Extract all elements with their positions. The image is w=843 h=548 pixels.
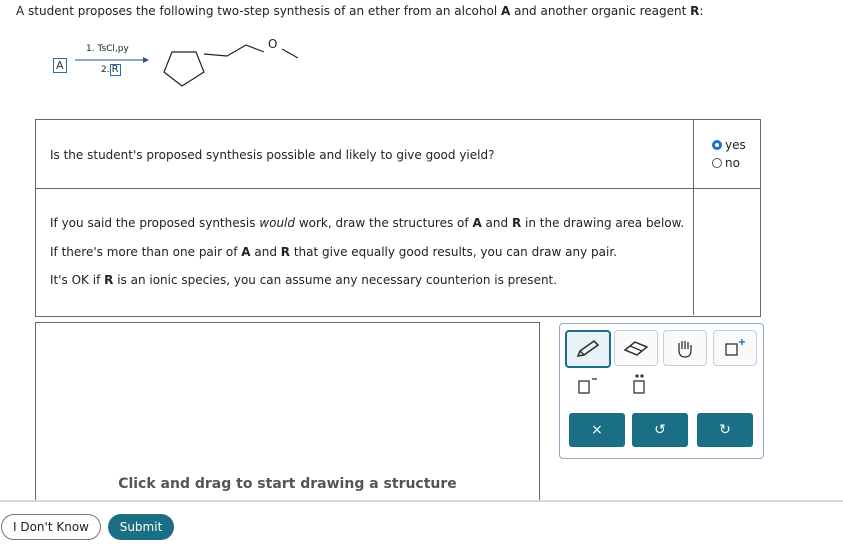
radio-yes-circle[interactable] <box>712 140 722 150</box>
ether-product-structure: O <box>163 37 299 87</box>
q1-cell: Is the student's proposed synthesis poss… <box>36 120 694 189</box>
intro-a: A <box>500 4 511 18</box>
q2-line2-a: A <box>241 245 251 259</box>
dont-know-button[interactable]: I Don't Know <box>1 514 101 540</box>
oxygen-atom-label: O <box>268 37 277 51</box>
clear-icon: × <box>591 422 603 438</box>
q2-line2-text: If there's more than one pair of <box>50 245 242 259</box>
pencil-tool[interactable] <box>565 330 611 368</box>
eraser-tool[interactable] <box>614 330 658 366</box>
add-template-tool[interactable] <box>713 330 757 366</box>
step-1-label: 1. TsCl,py <box>86 44 129 54</box>
bracket-tool[interactable] <box>576 376 600 400</box>
q2-line1-a: A <box>472 216 482 230</box>
reactant-a-label: A <box>53 58 67 73</box>
radio-no[interactable]: no <box>712 156 740 170</box>
radio-no-circle[interactable] <box>712 158 722 168</box>
q2-line3: It's OK if R is an ionic species, you ca… <box>50 273 557 287</box>
reactant-a-box: A <box>53 54 67 73</box>
radio-no-label: no <box>725 156 740 170</box>
undo-icon: ↺ <box>654 422 666 438</box>
q2-line3-text: It's OK if <box>50 273 105 287</box>
tool-palette: × ↺ ↻ <box>559 323 764 459</box>
intro-text: A student proposes the following two-ste… <box>16 4 501 18</box>
q1-answer-cell: yes no <box>694 120 760 189</box>
q2-line1-mid: work, draw the structures of <box>295 216 473 230</box>
q2-line1-and: and <box>481 216 512 230</box>
q1-text: Is the student's proposed synthesis poss… <box>50 148 495 162</box>
q2-line1-text: If you said the proposed synthesis <box>50 216 260 230</box>
intro-end: : <box>699 4 704 18</box>
question-table: Is the student's proposed synthesis poss… <box>35 119 761 317</box>
step-2-prefix: 2. <box>101 65 110 75</box>
redo-icon: ↻ <box>719 422 731 438</box>
radio-yes-label: yes <box>725 138 746 152</box>
radio-yes[interactable]: yes <box>712 138 746 152</box>
drawing-hint: Click and drag to start drawing a struct… <box>118 476 457 492</box>
q2-line2-r: R <box>280 245 291 259</box>
lone-pair-tool[interactable] <box>630 372 650 400</box>
add-template-icon <box>725 339 745 356</box>
eraser-icon <box>623 341 649 356</box>
clear-button[interactable]: × <box>569 413 625 447</box>
redo-button[interactable]: ↻ <box>697 413 753 447</box>
q2-line1-em: would <box>259 216 295 230</box>
drawing-area[interactable]: Click and drag to start drawing a struct… <box>35 322 540 513</box>
lone-pair-icon <box>633 374 645 394</box>
q2-line3-end: is an ionic species, you can assume any … <box>113 273 558 287</box>
pencil-icon <box>576 339 600 358</box>
q2-line1-r: R <box>511 216 522 230</box>
submit-button[interactable]: Submit <box>108 514 174 540</box>
q2-line3-r: R <box>104 273 114 287</box>
hand-tool[interactable] <box>663 330 707 366</box>
q2-cell: If you said the proposed synthesis would… <box>36 189 694 315</box>
step-2: 2. R <box>101 64 121 76</box>
q2-line1: If you said the proposed synthesis would… <box>50 216 684 230</box>
question-intro: A student proposes the following two-ste… <box>16 4 703 18</box>
q2-line1-end: in the drawing area below. <box>521 216 685 230</box>
footer-bar: I Don't Know Submit <box>0 500 843 548</box>
step-2-r-label: R <box>109 64 121 76</box>
q2-line2: If there's more than one pair of A and R… <box>50 245 617 259</box>
hand-icon <box>678 341 692 358</box>
bracket-icon <box>578 378 597 394</box>
intro-text-mid: and another organic reagent <box>510 4 691 18</box>
q2-line2-end: that give equally good results, you can … <box>290 245 617 259</box>
undo-button[interactable]: ↺ <box>632 413 688 447</box>
q2-line2-and: and <box>250 245 281 259</box>
